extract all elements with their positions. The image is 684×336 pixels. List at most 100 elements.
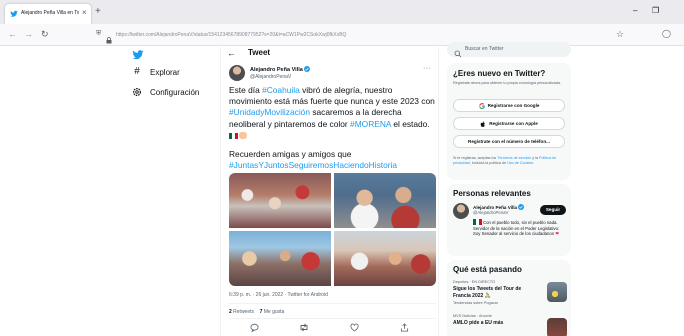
relevant-people-card: Personas relevantes Alejandro Peña Villa… — [447, 184, 571, 256]
author-name-row[interactable]: Alejandro Peña Villa — [250, 66, 310, 73]
likes-stat[interactable]: 7 Me gusta — [260, 309, 285, 315]
minimize-icon[interactable]: – — [633, 7, 637, 15]
phone-signup-button[interactable]: Regístrate con el número de teléfon... — [453, 135, 565, 148]
verified-badge-icon — [518, 204, 525, 210]
signup-title: ¿Eres nuevo en Twitter? — [453, 69, 546, 78]
like-heart-icon[interactable] — [349, 323, 359, 333]
trend-title[interactable]: Sigue los Tweets del Tour de Francia 202… — [453, 286, 539, 299]
reply-icon[interactable] — [249, 323, 259, 333]
clap-emoji-icon — [239, 131, 247, 139]
signup-subtitle: Regístrate ahora para obtener tu propia … — [453, 81, 562, 85]
twitter-logo-icon[interactable] — [132, 48, 144, 60]
terms-text: , incluida la política de — [469, 161, 508, 165]
retweets-stat[interactable]: 2 Retweets — [229, 309, 254, 315]
google-icon — [478, 102, 485, 109]
hashtag-icon: # — [134, 66, 140, 77]
tweet-stats: 2 Retweets 7 Me gusta — [229, 309, 284, 315]
divider — [229, 303, 436, 304]
mexico-flag-icon — [229, 132, 238, 139]
nav-label-explore: Explorar — [150, 67, 180, 77]
likes-label: Me gusta — [262, 309, 285, 315]
hashtag-juntas[interactable]: #JuntasYJuntosSeguiremosHaciendoHistoria — [229, 160, 397, 170]
verified-badge-icon — [303, 66, 310, 72]
retweets-label: Retweets — [231, 309, 255, 315]
nav-item-settings[interactable]: Configuración — [132, 85, 199, 99]
author-handle[interactable]: @AlejandroPenaV — [250, 74, 291, 80]
relevant-avatar[interactable] — [453, 203, 469, 219]
hashtag-morena[interactable]: #MORENA — [350, 119, 391, 129]
nav-item-explore[interactable]: # Explorar — [132, 65, 180, 79]
tweet-text-part: Recuerden amigas y amigos que — [229, 149, 352, 160]
author-avatar[interactable] — [229, 65, 245, 81]
relevant-title: Personas relevantes — [453, 189, 531, 198]
trend-meta: Deportes · EN DIRECTO — [453, 280, 496, 284]
author-name: Alejandro Peña Villa — [250, 67, 303, 73]
reload-icon[interactable]: ↻ — [41, 29, 49, 39]
tweet-paragraph-1: Este día #Coahuila vibró de alegría, nue… — [229, 85, 436, 141]
more-options-icon[interactable]: ··· — [423, 65, 432, 72]
cookies-link[interactable]: Uso de Cookies — [507, 161, 533, 165]
bookmark-star-icon[interactable]: ☆ — [616, 29, 624, 40]
url-text: https://twitter.com/AlejandroPenaV/statu… — [116, 32, 347, 38]
relevant-bio: Con el pueblo todo, sin el pueblo nada. … — [473, 219, 567, 237]
trend-title[interactable]: AMLO pide a EU más — [453, 320, 539, 327]
phone-signup-label: Regístrate con el número de teléfon... — [468, 139, 550, 144]
browser-tabstrip: Alejandro Peña Villa en Twitter: "Es × +… — [0, 0, 684, 24]
tab-close-icon[interactable]: × — [82, 8, 87, 18]
tweet-photo-4[interactable] — [334, 231, 436, 286]
signup-terms: Si te registras, aceptas los Términos de… — [453, 156, 565, 166]
google-signup-button[interactable]: Registrarse con Google — [453, 99, 565, 112]
lock-icon — [106, 31, 112, 44]
tweet-photo-2[interactable] — [334, 173, 436, 228]
browser-tab[interactable]: Alejandro Peña Villa en Twitter: "Es × — [5, 4, 91, 24]
pocket-icon[interactable]: ◯ — [662, 29, 671, 38]
right-sidebar: Buscar en Twitter ¿Eres nuevo en Twitter… — [441, 42, 684, 336]
apple-signup-label: Registrarse con Apple — [489, 121, 538, 126]
new-tab-icon[interactable]: + — [95, 7, 101, 17]
back-arrow-icon[interactable]: ← — [227, 48, 236, 58]
retweet-icon[interactable] — [299, 323, 309, 333]
signup-card: ¿Eres nuevo en Twitter? Regístrate ahora… — [447, 63, 571, 180]
tweet-photo-1[interactable] — [229, 173, 331, 228]
trend-thumbnail[interactable] — [547, 318, 567, 336]
mexico-flag-icon — [473, 219, 482, 225]
forward-icon[interactable]: → — [24, 29, 33, 39]
hashtag-unidad[interactable]: #UnidadyMovilización — [229, 107, 310, 117]
tweet-column: ← Tweet Alejandro Peña Villa @AlejandroP… — [220, 47, 439, 336]
follow-button[interactable]: Seguir — [540, 205, 566, 215]
url-bar[interactable]: ⛨ https://twitter.com/AlejandroPenaV/sta… — [90, 27, 635, 44]
tweet-text: Este día #Coahuila vibró de alegría, nue… — [229, 85, 436, 179]
browser-navbar: ← → ↻ ⛨ https://twitter.com/AlejandroPen… — [0, 24, 684, 46]
trends-card: Qué está pasando Deportes · EN DIRECTO S… — [447, 260, 571, 336]
tweet-timestamp[interactable]: 6:39 p. m. · 26 jun. 2022 · Twitter for … — [229, 292, 328, 298]
trend-thumbnail[interactable] — [547, 282, 567, 302]
twitter-favicon-icon — [10, 10, 18, 18]
maximize-icon[interactable]: ❐ — [652, 7, 659, 15]
terms-text: Si te registras, aceptas los — [453, 156, 498, 160]
twitter-page: # Explorar Configuración ← Tweet Alejand… — [0, 42, 684, 336]
nav-label-settings: Configuración — [150, 87, 200, 97]
search-box[interactable]: Buscar en Twitter — [447, 42, 571, 58]
apple-signup-button[interactable]: Registrarse con Apple — [453, 117, 565, 130]
tweet-text-part: Este día — [229, 85, 263, 95]
google-signup-label: Registrarse con Google — [487, 103, 540, 108]
divider — [229, 318, 436, 319]
relevant-handle[interactable]: @AlejandroPenaV — [473, 210, 508, 215]
apple-icon — [480, 120, 486, 127]
tweet-photo-3[interactable] — [229, 231, 331, 286]
trends-title: Qué está pasando — [453, 265, 522, 274]
tab-title: Alejandro Peña Villa en Twitter: "Es — [21, 10, 79, 16]
tweet-media-grid — [229, 173, 436, 286]
hashtag-coahuila[interactable]: #Coahuila — [262, 85, 300, 95]
trend-meta: MVS Noticias · Anoche — [453, 314, 492, 318]
page-title: Tweet — [248, 48, 271, 57]
back-icon[interactable]: ← — [8, 29, 17, 39]
left-nav: # Explorar Configuración — [118, 47, 218, 336]
trend-sub: Tendencias sobre Pogacar — [453, 301, 498, 305]
terms-of-service-link[interactable]: Términos de servicio — [497, 156, 531, 160]
tweet-paragraph-2: Recuerden amigas y amigos que #JuntasYJu… — [229, 149, 436, 171]
share-icon[interactable] — [399, 323, 409, 333]
terms-text: y la — [531, 156, 540, 160]
shield-icon: ⛨ — [96, 30, 102, 37]
gear-icon — [132, 87, 142, 97]
